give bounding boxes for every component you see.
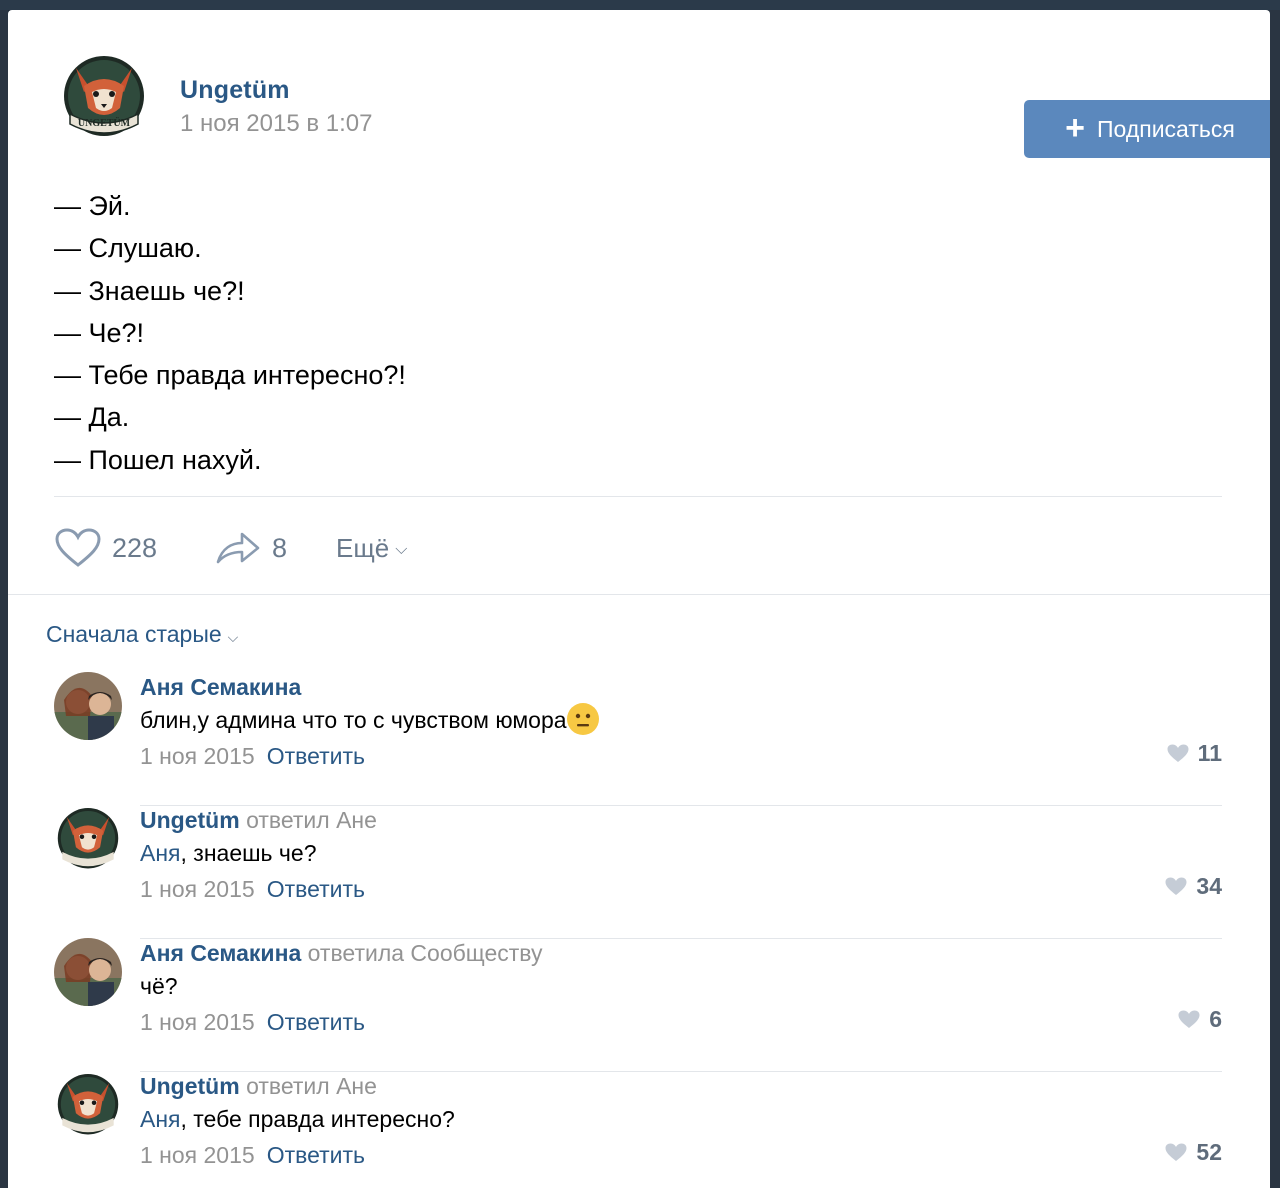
comment-avatar[interactable] [54,805,122,873]
comment-like-button[interactable]: 34 [1164,873,1222,900]
reply-button[interactable]: Ответить [267,876,365,902]
heart-icon [1167,744,1189,762]
post-card: UNGETÜM Ungetüm 1 ноя 2015 в 1:07 + Подп… [8,10,1270,1188]
comment-date[interactable]: 1 ноя 2015 [140,743,255,769]
post-line: — Да. [54,402,130,433]
browser-top-strip [0,0,1280,10]
post-date[interactable]: 1 ноя 2015 в 1:07 [180,110,372,138]
avatar-logo-text: UNGETÜM [78,116,131,129]
comment-body: Ungetüm ответил Ане Аня, тебе правда инт… [140,1071,1222,1173]
user-photo-icon [54,938,122,1006]
reply-button[interactable]: Ответить [267,743,365,769]
like-button[interactable]: 228 [54,520,157,576]
comment-text: блин,у админа что то с чувством юмора [140,702,1222,738]
chevron-down-icon: ⌵ [227,629,239,645]
subscribe-label: Подписаться [1097,115,1235,142]
post-author[interactable]: Ungetüm [180,76,290,105]
post-line: — Че?! [54,317,145,348]
share-button[interactable]: 8 [214,520,287,576]
fox-logo-icon: UNGETÜM [64,56,144,136]
community-avatar[interactable]: UNGETÜM [62,52,146,142]
comment-meta: 1 ноя 2015 Ответить [140,1137,1222,1173]
post-divider [54,496,1222,497]
comment-item: Ungetüm ответил Ане Аня, тебе правда инт… [54,1071,1222,1188]
comment-item: Ungetüm ответил Ане Аня, знаешь че? 1 но… [54,805,1222,939]
comment-reply-to[interactable]: ответил Ане [246,807,377,833]
like-count: 228 [112,532,158,563]
comment-text: Аня, тебе правда интересно? [140,1101,1222,1137]
section-divider [8,594,1270,595]
comment-date[interactable]: 1 ноя 2015 [140,1009,255,1035]
comment-meta: 1 ноя 2015 Ответить [140,738,1222,774]
comment-author[interactable]: Аня Семакина [140,674,301,700]
heart-icon [1165,1143,1187,1161]
comment-reply-to[interactable]: ответила Сообществу [308,940,543,966]
post-line: — Эй. [54,191,131,221]
neutral-face-emoji-icon [566,702,599,735]
comment-mention[interactable]: Аня [140,1106,181,1132]
post-line: — Тебе правда интересно?! [54,360,406,391]
comment-date[interactable]: 1 ноя 2015 [140,876,255,902]
comment-author-line: Ungetüm ответил Ане [140,1071,1222,1101]
comment-text: чё? [140,968,1222,1004]
comment-meta: 1 ноя 2015 Ответить [140,1004,1222,1040]
comment-like-button[interactable]: 11 [1166,740,1222,767]
heart-icon [55,528,101,567]
user-photo-icon [54,672,122,740]
comment-like-button[interactable]: 6 [1177,1006,1222,1033]
comment-like-count: 11 [1197,740,1222,766]
comment-text: Аня, знаешь че? [140,835,1222,871]
more-button[interactable]: Ещё ⌵ [336,520,407,576]
heart-icon [1165,877,1187,895]
plus-icon: + [1065,109,1086,147]
comment-like-count: 6 [1209,1006,1222,1032]
comment-author[interactable]: Ungetüm [140,1073,240,1099]
comment-body: Аня Семакина блин,у админа что то с чувс… [140,672,1222,774]
comment-text-content: , тебе правда интересно? [180,1106,455,1132]
comment-author-line: Аня Семакина [140,672,1222,702]
share-arrow-icon [216,532,260,564]
chevron-down-icon: ⌵ [395,541,408,558]
share-count: 8 [272,532,288,563]
comment-author[interactable]: Ungetüm [140,807,240,833]
comment-text-content: , знаешь че? [180,840,317,866]
comments-sort-label: Сначала старые [46,621,222,647]
subscribe-button[interactable]: + Подписаться [1024,100,1270,158]
more-label: Ещё [336,532,390,563]
post-actions: 228 8 Ещё ⌵ [54,520,654,576]
post-line: — Слушаю. [54,233,202,264]
comment-avatar[interactable] [54,938,122,1006]
comment-author-line: Аня Семакина ответила Сообществу [140,938,1222,968]
comment-reply-to[interactable]: ответил Ане [246,1073,377,1099]
post-line: — Пошел нахуй. [54,444,262,475]
comment-mention[interactable]: Аня [140,840,181,866]
fox-logo-icon [57,808,119,869]
comment-author[interactable]: Аня Семакина [140,940,301,966]
comment-item: Аня Семакина ответила Сообществу чё? 1 н… [54,938,1222,1072]
comment-date[interactable]: 1 ноя 2015 [140,1142,255,1168]
comment-text-content: блин,у админа что то с чувством юмора [140,707,567,733]
post-header: UNGETÜM Ungetüm 1 ноя 2015 в 1:07 + Подп… [62,52,1270,158]
comment-author-line: Ungetüm ответил Ане [140,805,1222,835]
heart-icon [1178,1010,1200,1028]
reply-button[interactable]: Ответить [267,1142,365,1168]
reply-button[interactable]: Ответить [267,1009,365,1035]
comment-like-count: 34 [1196,873,1222,899]
comment-like-button[interactable]: 52 [1164,1139,1222,1166]
comments-sort-dropdown[interactable]: Сначала старые ⌵ [46,621,238,648]
comment-avatar[interactable] [54,672,122,740]
post-line: — Знаешь че?! [54,275,245,306]
comment-body: Ungetüm ответил Ане Аня, знаешь че? 1 но… [140,805,1222,907]
comment-meta: 1 ноя 2015 Ответить [140,871,1222,907]
comment-like-count: 52 [1196,1139,1222,1165]
comment-text-content: чё? [140,973,178,999]
comment-body: Аня Семакина ответила Сообществу чё? 1 н… [140,938,1222,1040]
background-left [0,10,8,1188]
comment-item: Аня Семакина блин,у админа что то с чувс… [54,672,1222,806]
fox-logo-icon [57,1074,119,1135]
post-text: — Эй. — Слушаю. — Знаешь че?! — Че?! — Т… [54,185,406,481]
comment-avatar[interactable] [54,1071,122,1139]
